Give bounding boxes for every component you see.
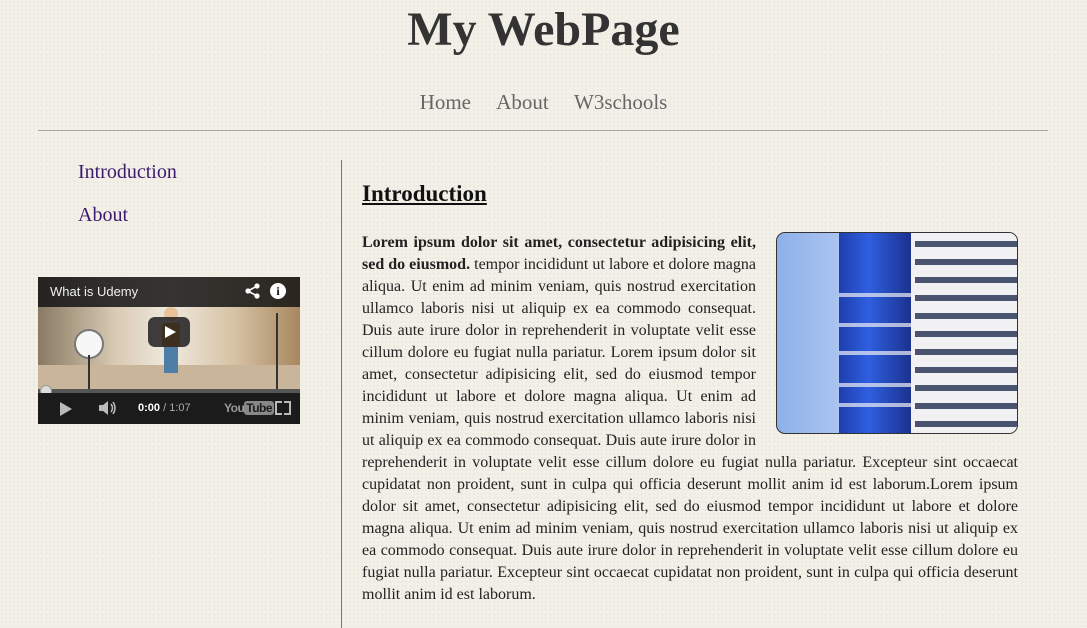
video-title[interactable]: What is Udemy [50,284,138,299]
control-play-icon[interactable] [60,402,72,416]
building-balcony [839,351,911,355]
site-title: My WebPage [407,3,680,56]
building-window-row [915,313,1017,319]
building-window-row [915,259,1017,265]
side-nav-about[interactable]: About [78,203,177,227]
side-nav-introduction[interactable]: Introduction [78,160,177,184]
building-window-row [915,277,1017,283]
building-window-row [915,331,1017,337]
building-window-row [915,241,1017,247]
building-window-row [915,385,1017,391]
header-divider [38,130,1048,131]
youtube-logo-tube: Tube [244,401,275,415]
building-image [776,232,1018,434]
column-divider [341,160,342,628]
building-balcony [839,293,911,297]
video-title-bar: What is Udemy i [38,277,300,307]
light-stand-left [88,355,90,389]
building-window-row [915,295,1017,301]
video-player[interactable]: What is Udemy i 0:00 / 1:07 You Tube [38,277,300,424]
fullscreen-icon[interactable] [275,401,291,415]
info-icon[interactable]: i [270,283,286,299]
main-content: Introduction Lorem ipsum dolor sit amet,… [362,178,1018,606]
youtube-logo-you: You [224,401,245,415]
play-icon[interactable] [148,317,190,347]
side-nav: Introduction About [78,160,177,246]
video-time-total: / 1:07 [163,402,191,414]
light-stand-right [276,313,278,389]
video-time: 0:00 / 1:07 [138,402,191,414]
top-nav-about[interactable]: About [496,90,549,114]
building-window-row [915,421,1017,427]
building-window-row [915,403,1017,409]
building-balcony [839,383,911,387]
article-heading: Introduction [362,181,487,206]
building-balcony [839,403,911,407]
video-time-current: 0:00 [138,402,161,414]
share-icon[interactable] [243,282,263,302]
youtube-logo[interactable]: You Tube [224,401,275,415]
volume-icon[interactable] [98,400,118,419]
top-nav: Home About W3schools [0,88,1087,116]
building-balcony [839,323,911,327]
building-window-row [915,349,1017,355]
video-controls: 0:00 / 1:07 You Tube [38,393,300,424]
top-nav-home[interactable]: Home [420,90,471,114]
building-window-row [915,367,1017,373]
top-nav-w3schools[interactable]: W3schools [574,90,667,114]
